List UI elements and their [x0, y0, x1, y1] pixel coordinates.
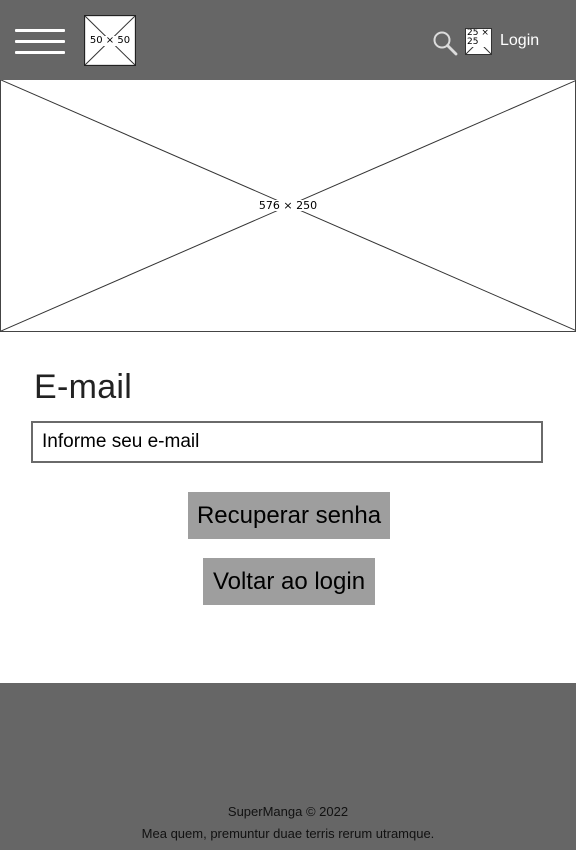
hamburger-menu-icon[interactable] — [15, 29, 65, 54]
email-input[interactable] — [31, 421, 543, 463]
site-logo[interactable]: 50 × 50 — [84, 15, 136, 66]
footer-tagline: Mea quem, premuntur duae terris rerum ut… — [141, 826, 435, 841]
footer-copyright: SuperManga © 2022 — [227, 804, 349, 819]
logo-placeholder-label: 50 × 50 — [88, 34, 132, 46]
avatar-placeholder-label: 25 × 25 — [466, 29, 491, 47]
banner-placeholder-label: 576 × 250 — [257, 199, 319, 212]
back-to-login-button[interactable]: Voltar ao login — [203, 558, 375, 605]
email-label: E-mail — [34, 368, 133, 406]
user-avatar[interactable]: 25 × 25 — [465, 28, 492, 55]
top-header: 50 × 50 25 × 25 Login — [0, 0, 576, 80]
recover-password-button[interactable]: Recuperar senha — [188, 492, 390, 539]
hero-banner-image: 576 × 250 — [0, 80, 576, 332]
login-link[interactable]: Login — [500, 32, 539, 50]
page-footer: SuperManga © 2022 Mea quem, premuntur du… — [0, 683, 576, 850]
search-icon[interactable] — [432, 30, 458, 56]
